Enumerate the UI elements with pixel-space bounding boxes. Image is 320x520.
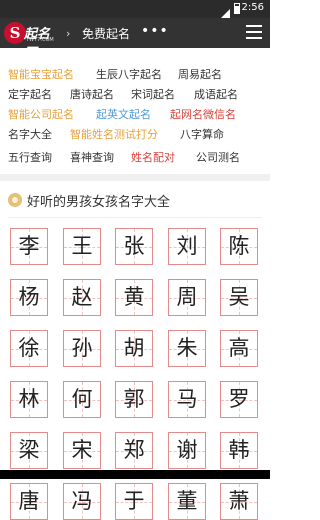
surname-char: 韩 [228,438,250,462]
surname-cell[interactable]: 冯 [63,483,101,520]
surname-cell[interactable]: 李 [10,228,48,265]
surname-char: 刘 [176,234,198,258]
chevron-right-icon: › [66,27,71,40]
surname-char: 高 [228,336,250,360]
surname-char: 周 [176,285,198,309]
battery-icon [234,3,240,14]
surname-cell[interactable]: 杨 [10,279,48,316]
hamburger-menu-icon[interactable] [246,25,262,39]
surname-char: 董 [176,489,198,513]
top-navigation-bar: S 起名网 YW77.COM › 免费起名 ••• [0,18,270,61]
surname-char: 胡 [123,336,145,360]
section-separator [0,174,270,181]
logo-url: YW77.COM [26,37,54,43]
surname-cell[interactable]: 朱 [168,330,206,367]
divider [8,217,262,218]
surname-cell[interactable]: 梁 [10,432,48,469]
surname-char: 罗 [228,387,250,411]
surname-char: 陈 [228,234,250,258]
surname-char: 梁 [18,438,40,462]
logo-mark: S [4,22,26,44]
more-options-button[interactable]: ••• [141,23,169,39]
surname-char: 林 [18,387,40,411]
quick-link[interactable]: 生辰八字起名 [96,66,162,82]
surname-cell[interactable]: 于 [115,483,153,520]
surname-cell[interactable]: 黄 [115,279,153,316]
surname-char: 朱 [176,336,198,360]
signal-icon [220,4,230,19]
surname-cell[interactable]: 谢 [168,432,206,469]
surname-cell[interactable]: 萧 [220,483,258,520]
surname-cell[interactable]: 郑 [115,432,153,469]
surname-char: 孙 [71,336,93,360]
surname-cell[interactable]: 何 [63,381,101,418]
surname-cell[interactable]: 胡 [115,330,153,367]
breadcrumb[interactable]: 免费起名 [82,25,130,42]
quick-link[interactable]: 智能姓名测试打分 [70,126,158,142]
system-nav-bar [0,470,270,479]
quick-link[interactable]: 智能公司起名 [8,106,74,122]
surname-cell[interactable]: 韩 [220,432,258,469]
status-bar: 2:56 [0,0,270,19]
quick-link[interactable]: 公司测名 [196,149,240,165]
quick-link[interactable]: 宋词起名 [131,86,175,102]
quick-link[interactable]: 周易起名 [178,66,222,82]
quick-link[interactable]: 名字大全 [8,126,52,142]
quick-link[interactable]: 智能宝宝起名 [8,66,74,82]
surname-char: 郑 [123,438,145,462]
surname-cell[interactable]: 孙 [63,330,101,367]
quick-link[interactable]: 起网名微信名 [170,106,236,122]
surname-char: 萧 [228,489,250,513]
surname-char: 冯 [71,489,93,513]
surname-char: 杨 [18,285,40,309]
surname-char: 郭 [123,387,145,411]
surname-char: 谢 [176,438,198,462]
quick-link[interactable]: 起英文起名 [96,106,151,122]
quick-link[interactable]: 喜神查询 [70,149,114,165]
surname-cell[interactable]: 吴 [220,279,258,316]
quick-link[interactable]: 八字算命 [180,126,224,142]
surname-cell[interactable]: 刘 [168,228,206,265]
surname-cell[interactable]: 罗 [220,381,258,418]
surname-cell[interactable]: 张 [115,228,153,265]
surname-char: 黄 [123,285,145,309]
surname-cell[interactable]: 唐 [10,483,48,520]
surname-char: 于 [123,489,145,513]
surname-cell[interactable]: 陈 [220,228,258,265]
section-title: 好听的男孩女孩名字大全 [27,195,171,210]
surname-char: 唐 [18,489,40,513]
surname-char: 何 [71,387,93,411]
quick-link[interactable]: 成语起名 [194,86,238,102]
coin-icon [8,193,22,207]
surname-cell[interactable]: 高 [220,330,258,367]
surname-cell[interactable]: 赵 [63,279,101,316]
surname-cell[interactable]: 宋 [63,432,101,469]
surname-cell[interactable]: 王 [63,228,101,265]
surname-char: 李 [18,234,40,258]
surname-char: 张 [123,234,145,258]
surname-cell[interactable]: 郭 [115,381,153,418]
surname-cell[interactable]: 徐 [10,330,48,367]
surname-cell[interactable]: 马 [168,381,206,418]
quick-link[interactable]: 唐诗起名 [70,86,114,102]
quick-link[interactable]: 姓名配对 [131,149,175,165]
status-time: 2:56 [241,2,264,13]
quick-link[interactable]: 五行查询 [8,149,52,165]
surname-cell[interactable]: 周 [168,279,206,316]
surname-char: 王 [71,234,93,258]
surname-char: 徐 [18,336,40,360]
site-logo[interactable]: S 起名网 YW77.COM [4,22,62,61]
surname-cell[interactable]: 林 [10,381,48,418]
surname-char: 吴 [228,285,250,309]
surname-cell[interactable]: 董 [168,483,206,520]
surname-char: 赵 [71,285,93,309]
quick-link[interactable]: 定字起名 [8,86,52,102]
surname-char: 马 [176,387,198,411]
surname-char: 宋 [71,438,93,462]
